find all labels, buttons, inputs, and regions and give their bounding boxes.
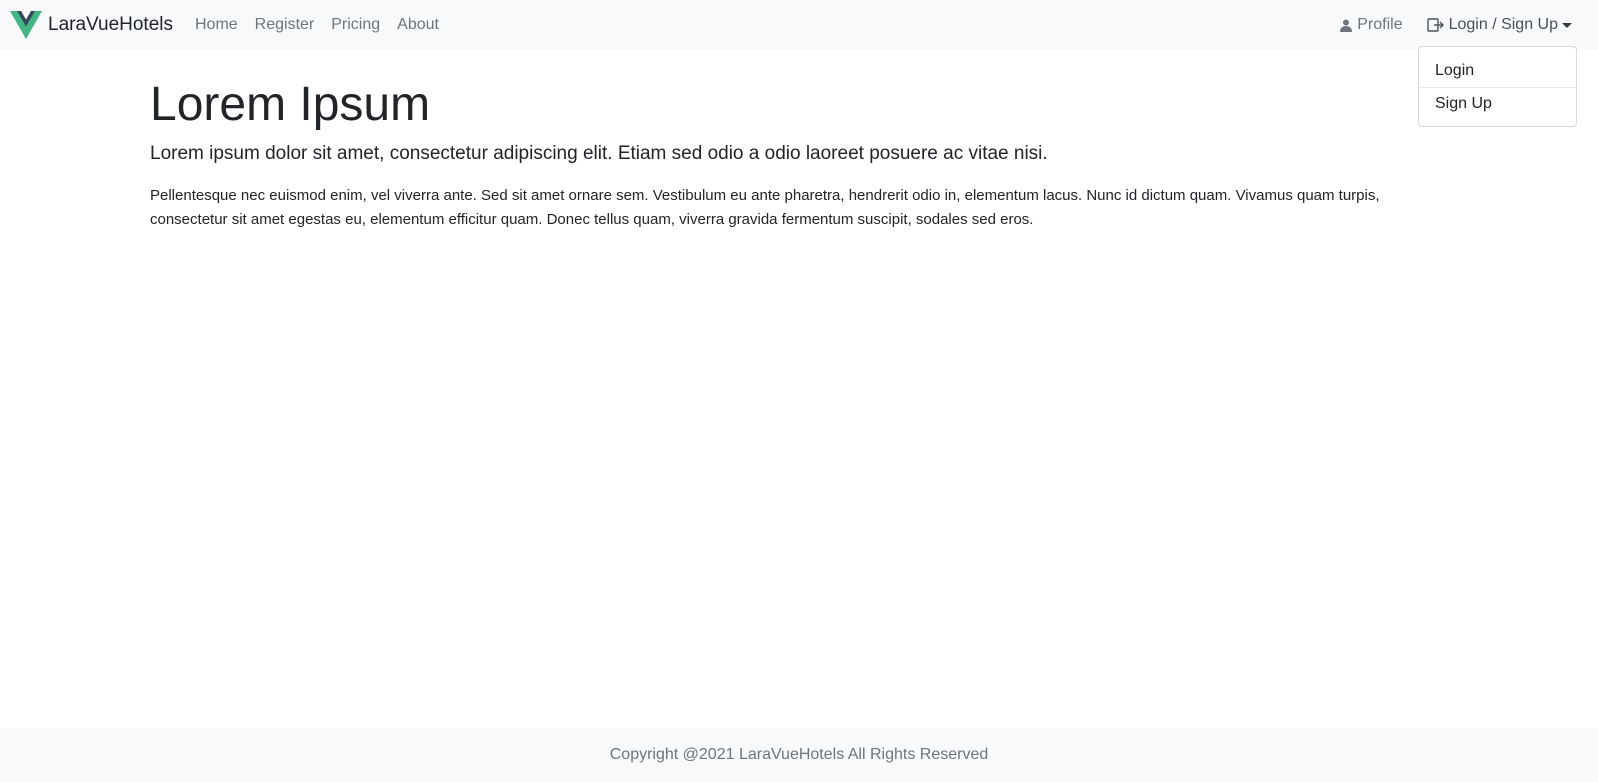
nav-links: Home Register Pricing About xyxy=(195,16,456,34)
dropdown-item-login[interactable]: Login xyxy=(1419,55,1576,87)
nav-right: Profile Login / Sign Up xyxy=(1340,0,1572,50)
lead-text: Lorem ipsum dolor sit amet, consectetur … xyxy=(150,143,1048,164)
main-content: Lorem Ipsum Lorem ipsum dolor sit amet, … xyxy=(150,76,1410,232)
brand-name: LaraVueHotels xyxy=(48,14,173,35)
profile-label: Profile xyxy=(1357,16,1403,33)
dropdown-item-signup[interactable]: Sign Up xyxy=(1419,88,1576,120)
body-paragraph: Pellentesque nec euismod enim, vel viver… xyxy=(150,187,1380,228)
sign-in-icon xyxy=(1426,18,1444,32)
copyright-text: Copyright @2021 LaraVueHotels All Rights… xyxy=(609,746,989,763)
login-signup-dropdown-toggle[interactable]: Login / Sign Up xyxy=(1426,16,1572,34)
nav-link-pricing[interactable]: Pricing xyxy=(331,16,380,34)
login-signup-label: Login / Sign Up xyxy=(1448,16,1558,33)
brand-link[interactable]: LaraVueHotels xyxy=(10,11,173,39)
user-icon xyxy=(1340,19,1353,32)
vue-logo-icon xyxy=(10,11,42,39)
navbar: LaraVueHotels Home Register Pricing Abou… xyxy=(0,0,1598,50)
caret-down-icon xyxy=(1562,22,1572,28)
nav-link-about[interactable]: About xyxy=(397,16,439,34)
footer: Copyright @2021 LaraVueHotels All Rights… xyxy=(0,728,1598,782)
nav-link-home[interactable]: Home xyxy=(195,16,238,34)
page-title: Lorem Ipsum xyxy=(150,78,431,131)
auth-dropdown-menu: Login Sign Up xyxy=(1418,46,1577,127)
profile-link[interactable]: Profile xyxy=(1340,16,1403,34)
nav-link-register[interactable]: Register xyxy=(255,16,315,34)
